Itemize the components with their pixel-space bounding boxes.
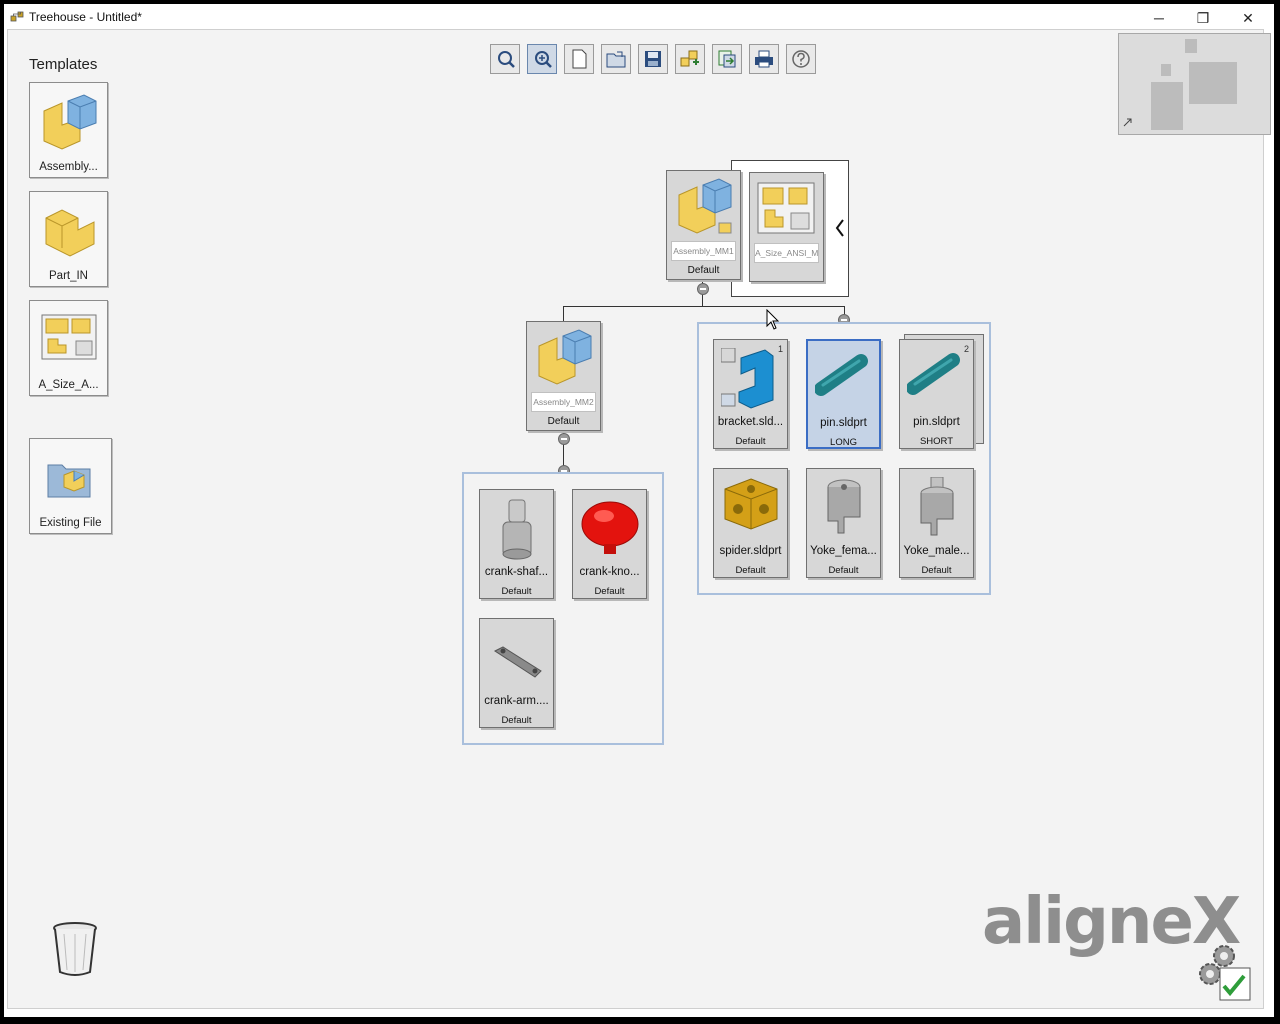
part-name: crank-kno...: [579, 566, 640, 578]
drawing-icon: [757, 182, 815, 234]
config-label: Default: [921, 565, 952, 576]
bracket-icon: [721, 348, 774, 409]
print-icon: [755, 50, 773, 68]
yoke-male-icon: [920, 477, 954, 536]
config-label: Default: [687, 265, 720, 276]
overview-minimap[interactable]: [1118, 33, 1271, 135]
sub-assembly-node[interactable]: Assembly_MM2 Default: [526, 321, 601, 431]
config-label: Default: [547, 416, 580, 427]
template-label: Assembly...: [39, 161, 98, 173]
crank-arm-icon: [493, 646, 542, 678]
part-name: bracket.sld...: [717, 416, 784, 428]
template-label: Part_IN: [49, 270, 88, 282]
minimize-button[interactable]: ─: [1137, 4, 1181, 32]
config-label: SHORT: [919, 436, 954, 447]
assembly-name-field[interactable]: Assembly_MM1: [671, 241, 736, 261]
config-label: Default: [828, 565, 859, 576]
root-assembly-node[interactable]: Assembly_MM1 Default: [666, 170, 741, 280]
minimap-preview: [1123, 39, 1237, 130]
part-node[interactable]: crank-arm.... Default: [479, 618, 554, 728]
export-icon: [718, 50, 736, 68]
part-node[interactable]: 1 bracket.sld... Default: [713, 339, 788, 449]
config-label: Default: [501, 715, 532, 726]
zoom-fit-button[interactable]: [490, 44, 520, 74]
part-node[interactable]: spider.sldprt Default: [713, 468, 788, 578]
pin-long-icon: [815, 354, 868, 396]
export-button[interactable]: [712, 44, 742, 74]
open-folder-icon: [606, 51, 626, 68]
config-label: Default: [501, 586, 532, 597]
spider-icon: [724, 478, 778, 530]
print-button[interactable]: [749, 44, 779, 74]
assembly-name-field[interactable]: Assembly_MM2: [531, 392, 596, 412]
new-document-button[interactable]: [564, 44, 594, 74]
instance-count-badge: 1: [777, 344, 783, 354]
collapse-drawing-chevron-icon[interactable]: [834, 218, 846, 238]
crank-knob-icon: [581, 501, 639, 554]
mouse-cursor-icon: [766, 309, 780, 330]
drawing-name-field[interactable]: A_Size_ANSI_M...: [754, 243, 819, 263]
part-node[interactable]: Yoke_fema... Default: [806, 468, 881, 578]
template-label: A_Size_A...: [38, 379, 99, 391]
assembly-icon: [43, 94, 97, 150]
part-name: Yoke_male...: [903, 545, 970, 557]
save-button[interactable]: [638, 44, 668, 74]
import-assembly-icon: [680, 50, 699, 67]
template-label: Existing File: [39, 517, 102, 529]
assembly-icon: [538, 329, 592, 385]
part-name: Yoke_fema...: [810, 545, 877, 557]
template-existing-file[interactable]: Existing File: [29, 438, 112, 534]
zoom-fit-icon: [498, 51, 515, 68]
drawing-node[interactable]: A_Size_ANSI_M...: [749, 172, 824, 282]
template-drawing[interactable]: A_Size_A...: [29, 300, 108, 396]
config-label: LONG: [830, 437, 857, 448]
import-assembly-button[interactable]: [675, 44, 705, 74]
window-title: Treehouse - Untitled*: [29, 10, 142, 24]
zoom-select-button[interactable]: [527, 44, 557, 74]
close-button[interactable]: ✕: [1226, 4, 1270, 32]
config-label: Default: [594, 586, 625, 597]
template-part[interactable]: Part_IN: [29, 191, 108, 287]
drawing-icon: [41, 314, 97, 360]
instance-count-badge: 2: [963, 344, 969, 354]
part-node[interactable]: 2 pin.sldprt SHORT: [899, 339, 974, 449]
toolbar: [490, 44, 816, 76]
part-name: crank-shaf...: [484, 566, 549, 578]
part-node[interactable]: crank-kno... Default: [572, 489, 647, 599]
restore-button[interactable]: ❐: [1181, 4, 1225, 32]
pin-short-icon: [907, 353, 960, 395]
yoke-female-icon: [827, 479, 861, 534]
treehouse-app-icon: [10, 11, 24, 22]
connector-line: [563, 306, 845, 307]
config-label: Default: [735, 565, 766, 576]
part-name: pin.sldprt: [820, 417, 867, 429]
crank-shaft-icon: [502, 499, 532, 560]
help-button[interactable]: [786, 44, 816, 74]
existing-file-icon: [47, 464, 91, 498]
zoom-select-icon: [535, 51, 552, 68]
part-name: crank-arm....: [484, 695, 549, 707]
settings-gear-icon[interactable]: [1198, 940, 1254, 1004]
save-icon: [645, 51, 661, 67]
help-icon: [792, 50, 810, 68]
connector-line: [563, 306, 564, 321]
title-bar: Treehouse - Untitled* ─ ❐ ✕: [4, 4, 1274, 32]
part-name: spider.sldprt: [719, 545, 782, 557]
config-label: Default: [735, 436, 766, 447]
collapse-toggle[interactable]: [558, 433, 570, 445]
part-node[interactable]: Yoke_male... Default: [899, 468, 974, 578]
part-name: pin.sldprt: [913, 416, 960, 428]
templates-heading: Templates: [29, 56, 98, 73]
part-icon: [45, 209, 95, 257]
part-node[interactable]: crank-shaf... Default: [479, 489, 554, 599]
part-node-selected[interactable]: pin.sldprt LONG: [806, 339, 881, 449]
trash-icon[interactable]: [52, 922, 98, 978]
assembly-icon: [678, 178, 732, 234]
template-assembly[interactable]: Assembly...: [29, 82, 108, 178]
open-folder-button[interactable]: [601, 44, 631, 74]
new-document-icon: [572, 49, 587, 69]
collapse-toggle[interactable]: [697, 283, 709, 295]
